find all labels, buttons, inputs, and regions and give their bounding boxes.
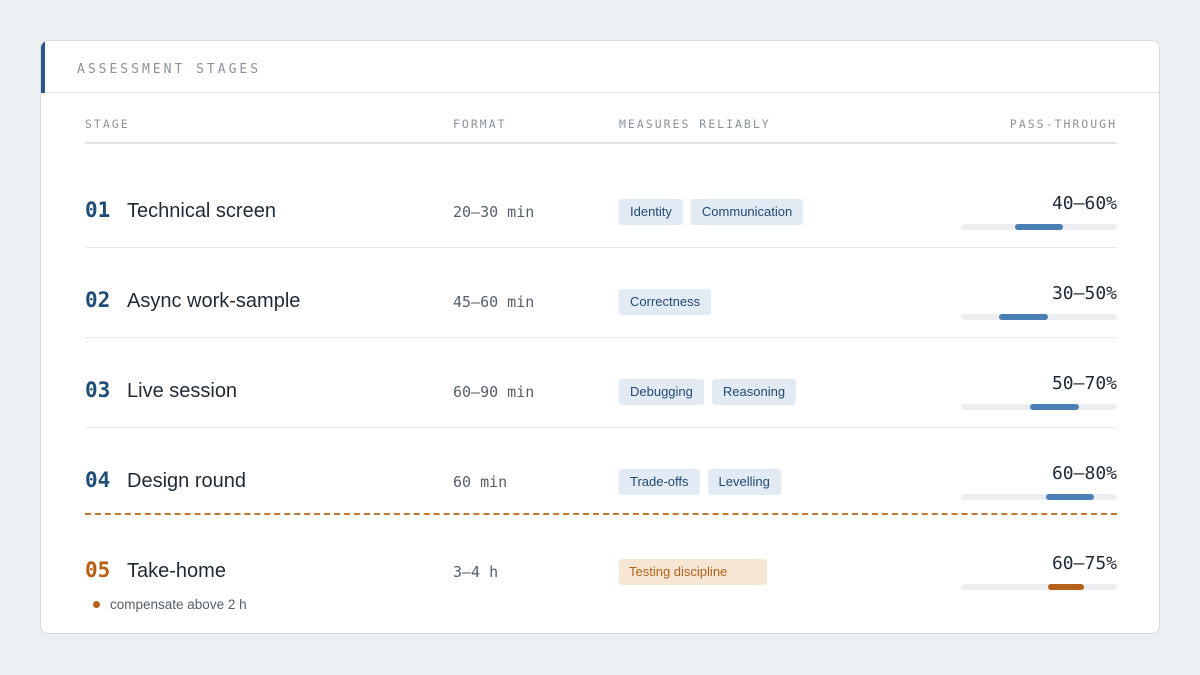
stage-number: 04: [85, 468, 111, 492]
stage-name: Design round: [127, 470, 246, 492]
stage-row: 03 Live session 60–90 min Debugging Reas…: [85, 338, 1117, 428]
pass-through-range-bar: [1046, 494, 1095, 500]
stage-format: 60 min: [453, 473, 508, 491]
stage-name: Live session: [127, 380, 238, 402]
column-header-pass-through: PASS-THROUGH: [1009, 117, 1117, 131]
stage-format: 45–60 min: [453, 293, 535, 311]
measures-tags: Trade-offs Levelling: [619, 469, 781, 495]
header-divider: [85, 142, 1117, 144]
pass-through-track: [961, 584, 1117, 590]
stage-name: Async work-sample: [127, 290, 301, 312]
stage-format: 3–4 h: [453, 563, 499, 581]
pass-through-track: [961, 224, 1117, 230]
stage-name: Technical screen: [127, 200, 276, 222]
measure-tag: Identity: [619, 199, 683, 225]
stage-number: 01: [85, 198, 111, 222]
pass-through-track: [961, 404, 1117, 410]
column-header-measures: MEASURES RELIABLY: [619, 117, 771, 131]
pass-through-value: 30–50%: [1051, 283, 1117, 304]
header-accent-bar: [41, 41, 45, 93]
stage-row-take-home: 05 Take-home 3–4 h Testing discipline 60…: [85, 518, 1117, 598]
measure-tag: Reasoning: [711, 379, 797, 405]
pass-through-value: 40–60%: [1051, 193, 1117, 214]
measure-tag: Communication: [690, 199, 804, 225]
column-header-stage: STAGE: [85, 117, 130, 131]
measure-tag: Levelling: [707, 469, 781, 495]
pass-through-range-bar: [999, 314, 1048, 320]
measures-tags: Identity Communication: [619, 199, 804, 225]
measure-tag: Trade-offs: [619, 469, 700, 495]
assessment-stages-card: ASSESSMENT STAGES STAGE FORMAT MEASURES …: [40, 40, 1160, 634]
pass-through-track: [961, 314, 1117, 320]
stage-row: 01 Technical screen 20–30 min Identity C…: [85, 158, 1117, 248]
optional-stage-divider: [85, 513, 1117, 515]
stage-number: 05: [85, 558, 111, 582]
measure-tag: Correctness: [619, 289, 712, 315]
pass-through-range-bar: [1014, 224, 1064, 230]
measures-tags: Testing discipline: [619, 559, 767, 585]
stage-number: 02: [85, 288, 111, 312]
stage-format: 20–30 min: [453, 203, 535, 221]
pass-through-value: 60–80%: [1051, 463, 1117, 484]
pass-through-value: 50–70%: [1051, 373, 1117, 394]
pass-through-range-bar: [1030, 404, 1079, 410]
warning-dot-icon: [93, 601, 100, 608]
measures-tags: Debugging Reasoning: [619, 379, 797, 405]
card-title: ASSESSMENT STAGES: [77, 62, 262, 77]
compensation-note: compensate above 2 h: [93, 597, 247, 612]
stage-format: 60–90 min: [453, 383, 535, 401]
stage-number: 03: [85, 378, 111, 402]
measure-tag: Debugging: [619, 379, 704, 405]
card-header: ASSESSMENT STAGES: [41, 41, 1159, 93]
stage-name: Take-home: [127, 560, 226, 582]
column-header-format: FORMAT: [453, 117, 507, 131]
measures-tags: Correctness: [619, 289, 712, 315]
pass-through-track: [961, 494, 1117, 500]
pass-through-range-bar: [1048, 584, 1085, 590]
stage-row: 04 Design round 60 min Trade-offs Levell…: [85, 428, 1117, 518]
pass-through-value: 60–75%: [1051, 553, 1117, 574]
stage-row: 02 Async work-sample 45–60 min Correctne…: [85, 248, 1117, 338]
measure-tag: Testing discipline: [619, 559, 767, 585]
compensation-note-text: compensate above 2 h: [110, 597, 247, 612]
